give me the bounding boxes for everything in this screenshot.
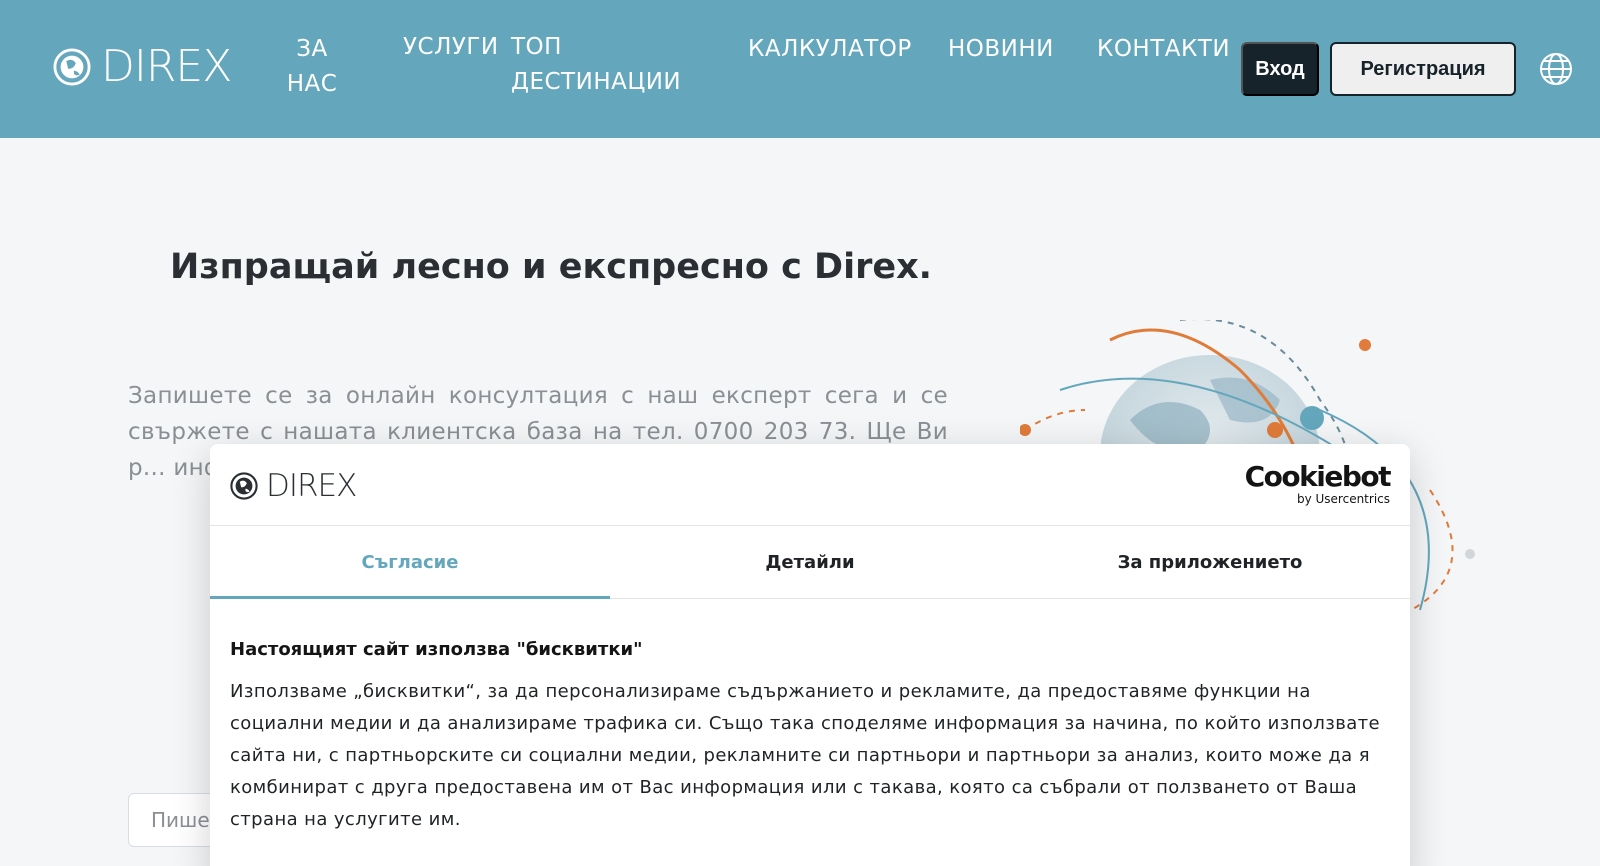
nav-top-destinations[interactable]: ТОП ДЕСТИНАЦИИ bbox=[511, 30, 681, 100]
cookie-tabs: Съгласие Детайли За приложението bbox=[210, 526, 1410, 599]
nav-calculator[interactable]: КАЛКУЛАТОР bbox=[748, 32, 912, 67]
nav-about-line1: ЗА bbox=[296, 36, 328, 62]
globe-icon[interactable] bbox=[1539, 52, 1573, 86]
globe-logo-icon bbox=[230, 472, 258, 500]
nav-top-destinations-line1: ТОП bbox=[511, 34, 562, 60]
site-logo[interactable]: DIREX bbox=[53, 41, 232, 92]
cookiebot-sub: by Usercentrics bbox=[1296, 492, 1390, 506]
nav-about[interactable]: ЗА НАС bbox=[282, 32, 342, 102]
nav-top-destinations-line2: ДЕСТИНАЦИИ bbox=[511, 69, 682, 95]
cookie-consent-dialog: DIREX Cookiebot by Usercentrics Съгласие… bbox=[210, 444, 1410, 866]
nav-contacts[interactable]: КОНТАКТИ bbox=[1097, 32, 1230, 67]
hero-title: Изпращай лесно и експресно с Direx. bbox=[170, 247, 932, 287]
login-button[interactable]: Вход bbox=[1241, 42, 1319, 96]
tab-about[interactable]: За приложението bbox=[1010, 526, 1410, 598]
tab-details[interactable]: Детайли bbox=[610, 526, 1010, 598]
register-button[interactable]: Регистрация bbox=[1330, 42, 1516, 96]
cookiebot-logo[interactable]: Cookiebot by Usercentrics bbox=[1244, 460, 1392, 507]
brand-name: DIREX bbox=[101, 41, 232, 92]
globe-logo-icon bbox=[53, 48, 91, 86]
cookie-dialog-body: Настоящият сайт използва "бисквитки" Изп… bbox=[210, 599, 1410, 836]
nav-news[interactable]: НОВИНИ bbox=[948, 32, 1054, 67]
nav-services[interactable]: УСЛУГИ bbox=[403, 30, 499, 65]
nav-about-line2: НАС bbox=[286, 71, 338, 97]
cookiebot-name: Cookiebot bbox=[1244, 460, 1392, 493]
tab-consent[interactable]: Съгласие bbox=[210, 526, 610, 599]
cookie-dialog-logo: DIREX bbox=[230, 468, 357, 504]
site-header: DIREX ЗА НАС УСЛУГИ ТОП ДЕСТИНАЦИИ КАЛКУ… bbox=[0, 0, 1600, 138]
cookie-heading: Настоящият сайт използва "бисквитки" bbox=[230, 639, 643, 660]
cookie-dialog-header: DIREX Cookiebot by Usercentrics bbox=[210, 444, 1410, 526]
cookie-description: Използваме „бисквитки“, за да персонализ… bbox=[230, 681, 1380, 830]
cookie-brand-name: DIREX bbox=[266, 468, 357, 504]
